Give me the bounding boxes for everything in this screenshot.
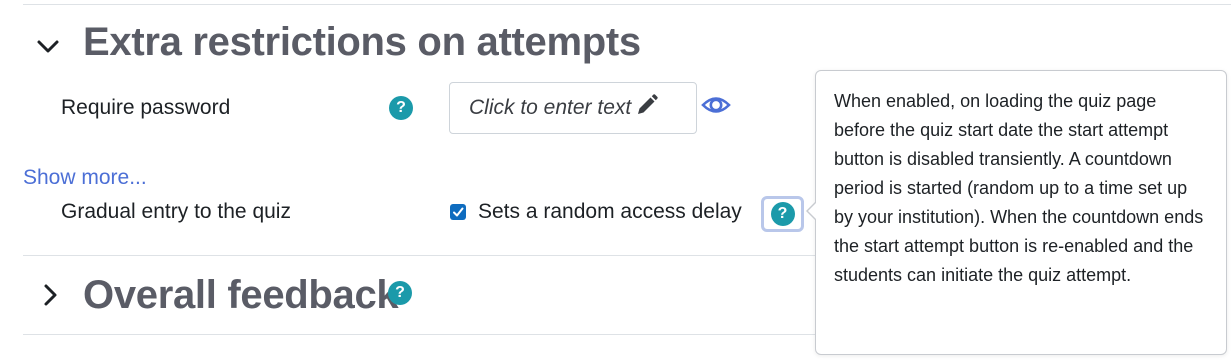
- section-title-extra-restrictions: Extra restrictions on attempts: [83, 20, 641, 64]
- gradual-entry-label: Gradual entry to the quiz: [61, 200, 291, 223]
- help-icon[interactable]: ?: [388, 281, 412, 305]
- pencil-icon: [635, 93, 659, 123]
- random-access-delay-label[interactable]: Sets a random access delay: [478, 200, 742, 224]
- expand-section-toggle[interactable]: [38, 281, 62, 309]
- help-popover-text: When enabled, on loading the quiz page b…: [834, 91, 1204, 285]
- help-icon[interactable]: ?: [389, 96, 413, 120]
- section-title-overall-feedback: Overall feedback: [83, 273, 399, 317]
- divider-mid: [23, 255, 823, 256]
- checkmark-icon: [453, 207, 464, 217]
- popover-arrow-inner: [808, 202, 817, 220]
- divider-bottom: [23, 334, 823, 335]
- help-popover: When enabled, on loading the quiz page b…: [815, 70, 1227, 355]
- help-icon: ?: [770, 202, 795, 226]
- require-password-label: Require password: [61, 96, 231, 119]
- eye-icon[interactable]: [701, 92, 731, 123]
- show-more-link[interactable]: Show more...: [23, 166, 147, 190]
- help-button-focused[interactable]: ?: [761, 196, 804, 232]
- chevron-right-icon: [44, 284, 57, 306]
- chevron-down-icon: [37, 40, 59, 53]
- collapse-section-toggle[interactable]: [34, 32, 62, 60]
- random-access-delay-checkbox[interactable]: [450, 204, 466, 220]
- password-input-value: Click to enter text: [469, 96, 632, 119]
- divider-top: [23, 4, 1231, 5]
- password-input[interactable]: Click to enter text: [449, 82, 697, 134]
